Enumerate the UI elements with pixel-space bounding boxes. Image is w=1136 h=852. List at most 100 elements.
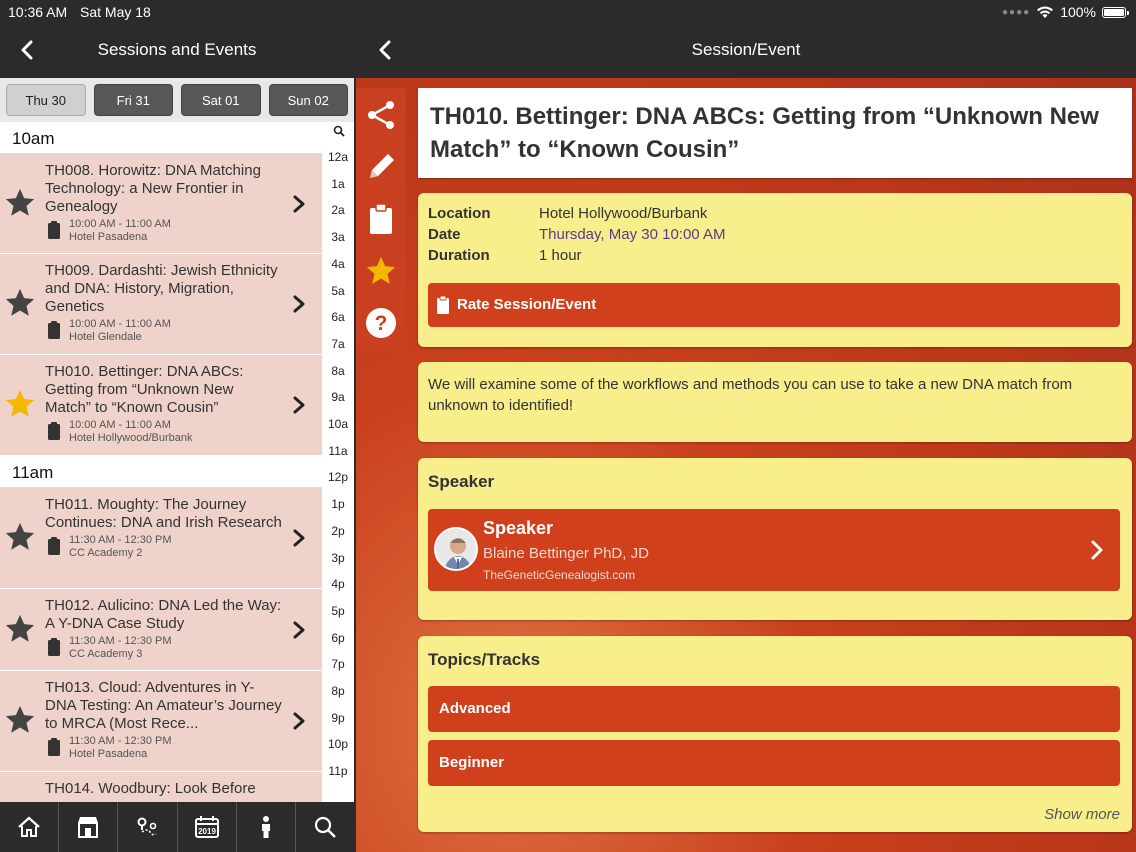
session-time: 11:30 AM - 12:30 PM	[69, 635, 172, 647]
hour-header-10am: 10am	[0, 122, 322, 154]
pencil-icon[interactable]	[364, 150, 398, 184]
wifi-icon	[1037, 6, 1054, 18]
svg-text:?: ?	[375, 312, 388, 335]
topic-beginner[interactable]: Beginner	[428, 740, 1120, 786]
session-item-th008[interactable]: TH008. Horowitz: DNA Matching Technology…	[0, 154, 322, 254]
time-index-item[interactable]: 9p	[322, 711, 354, 725]
rate-session-button[interactable]: Rate Session/Event	[428, 283, 1120, 327]
clipboard-icon	[48, 638, 60, 656]
session-item-th009[interactable]: TH009. Dardashti: Jewish Ethnicity and D…	[0, 254, 322, 355]
tab-home[interactable]	[0, 802, 60, 852]
time-index-item[interactable]: 6a	[322, 310, 354, 324]
tab-map[interactable]	[118, 802, 178, 852]
session-title: TH009. Dardashti: Jewish Ethnicity and D…	[45, 262, 278, 315]
time-index-item[interactable]: 2a	[322, 203, 354, 217]
time-index-item[interactable]: 7a	[322, 337, 354, 351]
session-meta: 11:30 AM - 12:30 PM Hotel Pasadena	[45, 735, 282, 761]
clipboard-icon	[437, 295, 449, 314]
session-item-th012[interactable]: TH012. Aulicino: DNA Led the Way: A Y-DN…	[0, 589, 322, 671]
session-details-card: Location Hotel Hollywood/Burbank Date Th…	[418, 193, 1132, 347]
calendar-icon: 2019	[194, 816, 219, 838]
session-item-th011[interactable]: TH011. Moughty: The Journey Continues: D…	[0, 488, 322, 589]
help-icon[interactable]: ?	[364, 306, 398, 340]
rate-session-label: Rate Session/Event	[457, 296, 597, 313]
tab-thu-30[interactable]: Thu 30	[6, 84, 86, 116]
star-icon[interactable]	[364, 254, 398, 288]
search-icon[interactable]	[333, 125, 345, 137]
map-icon	[137, 817, 157, 836]
time-index-item[interactable]: 11a	[322, 444, 354, 458]
session-title: TH014. Woodbury: Look Before	[45, 780, 256, 797]
tab-fri-31[interactable]: Fri 31	[93, 84, 173, 116]
session-title: TH013. Cloud: Adventures in Y-DNA Testin…	[45, 679, 282, 732]
session-item-th014[interactable]: TH014. Woodbury: Look Before	[0, 772, 322, 802]
topic-advanced[interactable]: Advanced	[428, 686, 1120, 732]
time-index-item[interactable]: 5p	[322, 604, 354, 618]
time-index-item[interactable]: 4a	[322, 257, 354, 271]
time-index-item[interactable]: 3a	[322, 230, 354, 244]
time-index-item[interactable]: 12p	[322, 470, 354, 484]
tab-speakers[interactable]	[237, 802, 296, 852]
time-index-item[interactable]: 4p	[322, 577, 354, 591]
tab-exhibitors[interactable]	[59, 802, 119, 852]
session-title: TH010. Bettinger: DNA ABCs: Getting from…	[45, 363, 244, 416]
speaker-name: Blaine Bettinger PhD, JD	[483, 545, 649, 562]
session-list[interactable]: 10am TH008. Horowitz: DNA Matching Techn…	[0, 122, 322, 802]
session-meta: 11:30 AM - 12:30 PM CC Academy 3	[45, 635, 282, 661]
topic-label: Beginner	[439, 754, 505, 771]
time-index[interactable]: 12a 1a 2a 3a 4a 5a 6a 7a 8a 9a 10a 11a 12p 1p 2p 3p 4p 5p…	[322, 122, 354, 802]
clipboard-icon	[48, 221, 60, 239]
session-title: TH010. Bettinger: DNA ABCs: Getting from…	[430, 103, 1099, 163]
date-value[interactable]: Thursday, May 30 10:00 AM	[539, 226, 725, 243]
session-location: Hotel Pasadena	[69, 231, 148, 243]
session-location: Hotel Pasadena	[69, 748, 148, 760]
chevron-right-icon	[293, 529, 305, 547]
star-icon[interactable]	[3, 387, 37, 421]
session-meta: 10:00 AM - 11:00 AM Hotel Glendale	[45, 318, 282, 344]
tab-schedule[interactable]: 2019	[178, 802, 237, 852]
date-label: Date	[428, 226, 461, 243]
time-index-item[interactable]: 1a	[322, 177, 354, 191]
time-index-item[interactable]: 3p	[322, 551, 354, 565]
speaker-button[interactable]: Speaker Blaine Bettinger PhD, JD TheGene…	[428, 509, 1120, 591]
time-index-item[interactable]: 10p	[322, 737, 354, 751]
session-description: We will examine some of the workflows an…	[428, 376, 1073, 414]
star-icon[interactable]	[3, 612, 37, 646]
session-item-th013[interactable]: TH013. Cloud: Adventures in Y-DNA Testin…	[0, 671, 322, 772]
show-more-link[interactable]: Show more	[1044, 806, 1120, 823]
time-index-item[interactable]: 11p	[322, 764, 354, 778]
chevron-right-icon	[293, 195, 305, 212]
time-index-item[interactable]: 8p	[322, 684, 354, 698]
time-index-item[interactable]: 10a	[322, 417, 354, 431]
star-icon[interactable]	[3, 186, 37, 220]
star-icon[interactable]	[3, 286, 37, 320]
status-bar: 10:36 AM Sat May 18 ●●●● 100%	[0, 0, 1136, 24]
clipboard-icon	[48, 537, 60, 555]
star-icon[interactable]	[3, 703, 37, 737]
time-index-item[interactable]: 7p	[322, 657, 354, 671]
time-index-item[interactable]: 1p	[322, 497, 354, 511]
session-meta: 10:00 AM - 11:00 AM Hotel Pasadena	[45, 218, 282, 244]
time-index-item[interactable]: 8a	[322, 364, 354, 378]
clipboard-icon[interactable]	[364, 202, 398, 236]
tab-search[interactable]	[296, 802, 354, 852]
share-icon[interactable]	[364, 98, 398, 132]
time-index-item[interactable]: 12a	[322, 150, 354, 164]
avatar	[434, 527, 478, 571]
time-index-item[interactable]: 9a	[322, 390, 354, 404]
time-index-item[interactable]: 6p	[322, 631, 354, 645]
session-location: Hotel Glendale	[69, 331, 142, 343]
time-index-item[interactable]: 2p	[322, 524, 354, 538]
tab-bar: 2019	[0, 802, 354, 852]
session-item-th010[interactable]: TH010. Bettinger: DNA ABCs: Getting from…	[0, 355, 322, 456]
day-tabs: Thu 30 Fri 31 Sat 01 Sun 02	[0, 78, 354, 122]
session-time: 10:00 AM - 11:00 AM	[69, 419, 171, 431]
tab-sun-02[interactable]: Sun 02	[268, 84, 348, 116]
page-title: Session/Event	[691, 40, 801, 59]
session-title: TH008. Horowitz: DNA Matching Technology…	[45, 162, 261, 215]
tab-sat-01[interactable]: Sat 01	[181, 84, 261, 116]
time-index-item[interactable]: 5a	[322, 284, 354, 298]
chevron-right-icon	[293, 396, 305, 414]
star-icon[interactable]	[3, 520, 37, 554]
action-rail: ?	[356, 88, 406, 350]
